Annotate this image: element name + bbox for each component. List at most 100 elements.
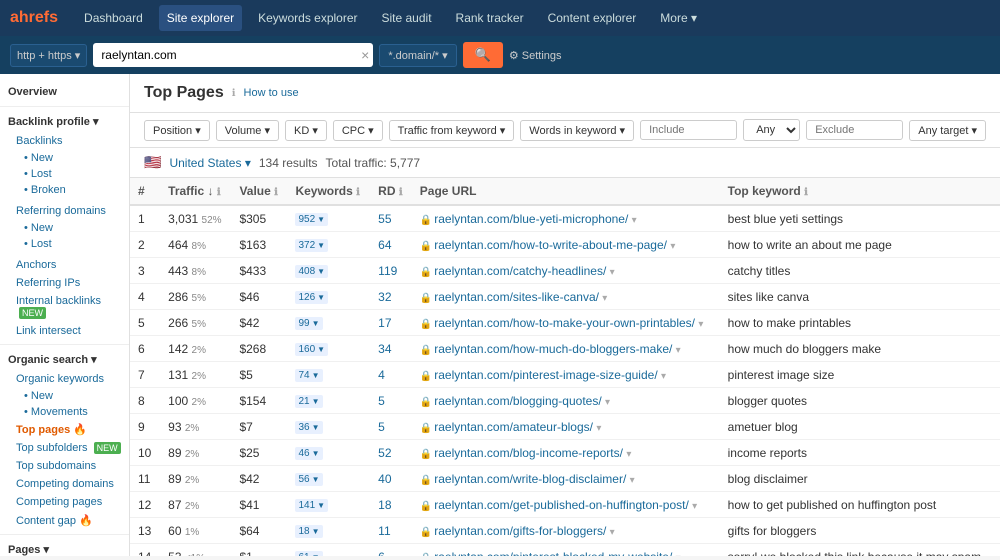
domain-select[interactable]: *.domain/* ▾ <box>379 44 456 67</box>
backlink-profile-heading[interactable]: Backlink profile ▾ <box>0 111 129 132</box>
cell-url[interactable]: 🔒raelyntan.com/write-blog-disclaimer/ ▾ <box>412 466 720 492</box>
cell-rd[interactable]: 64 <box>370 232 412 258</box>
sidebar-referring-ips[interactable]: Referring IPs <box>0 274 129 292</box>
settings-link[interactable]: ⚙ Settings <box>509 49 562 62</box>
cell-keywords[interactable]: 952 ▼ <box>287 205 370 232</box>
any-select[interactable]: Any <box>743 119 800 141</box>
search-input[interactable] <box>93 43 373 67</box>
cell-url[interactable]: 🔒raelyntan.com/amateur-blogs/ ▾ <box>412 414 720 440</box>
sidebar-referring-new[interactable]: • New <box>0 220 129 236</box>
sidebar-backlinks-new[interactable]: • New <box>0 150 129 166</box>
cell-rd[interactable]: 55 <box>370 205 412 232</box>
sidebar-referring-domains[interactable]: Referring domains <box>0 202 129 220</box>
nav-more[interactable]: More ▾ <box>652 11 705 25</box>
sidebar-organic-movements[interactable]: • Movements <box>0 404 129 420</box>
filter-traffic-from[interactable]: Traffic from keyword ▾ <box>389 120 515 141</box>
cell-rd[interactable]: 5 <box>370 414 412 440</box>
cell-rd[interactable]: 40 <box>370 466 412 492</box>
nav-site-explorer[interactable]: Site explorer <box>159 5 242 31</box>
sidebar-backlinks[interactable]: Backlinks <box>0 132 129 150</box>
sidebar-top-subfolders[interactable]: Top subfolders NEW <box>0 439 129 457</box>
col-num[interactable]: # <box>130 178 160 205</box>
country-select[interactable]: United States ▾ <box>169 156 250 170</box>
cell-url[interactable]: 🔒raelyntan.com/how-to-make-your-own-prin… <box>412 310 720 336</box>
nav-content-explorer[interactable]: Content explorer <box>540 11 645 25</box>
organic-search-heading[interactable]: Organic search ▾ <box>0 349 129 370</box>
filter-position[interactable]: Position ▾ <box>144 120 210 141</box>
cell-url[interactable]: 🔒raelyntan.com/gifts-for-bloggers/ ▾ <box>412 518 720 544</box>
how-to-use-link[interactable]: How to use <box>244 87 299 99</box>
cell-keywords[interactable]: 99 ▼ <box>287 310 370 336</box>
exclude-input[interactable] <box>806 120 903 140</box>
cell-url[interactable]: 🔒raelyntan.com/blue-yeti-microphone/ ▾ <box>412 205 720 232</box>
filter-kd[interactable]: KD ▾ <box>285 120 327 141</box>
cell-keywords[interactable]: 126 ▼ <box>287 284 370 310</box>
protocol-select[interactable]: http + https ▾ <box>10 44 87 67</box>
cell-rd[interactable]: 34 <box>370 336 412 362</box>
cell-url[interactable]: 🔒raelyntan.com/get-published-on-huffingt… <box>412 492 720 518</box>
cell-url[interactable]: 🔒raelyntan.com/blog-income-reports/ ▾ <box>412 440 720 466</box>
cell-rd[interactable]: 11 <box>370 518 412 544</box>
sidebar-internal-backlinks[interactable]: Internal backlinks NEW <box>0 292 129 322</box>
pages-heading[interactable]: Pages ▾ <box>0 539 129 556</box>
cell-keywords[interactable]: 56 ▼ <box>287 466 370 492</box>
sidebar-top-pages[interactable]: Top pages 🔥 <box>0 420 129 439</box>
main-header: Top Pages ℹ How to use <box>130 74 1000 113</box>
sidebar-competing-domains[interactable]: Competing domains <box>0 475 129 493</box>
nav-keywords-explorer[interactable]: Keywords explorer <box>250 11 365 25</box>
sidebar-referring-lost[interactable]: • Lost <box>0 236 129 252</box>
filter-volume[interactable]: Volume ▾ <box>216 120 279 141</box>
cell-rd[interactable]: 6 <box>370 544 412 557</box>
sidebar-link-intersect[interactable]: Link intersect <box>0 322 129 340</box>
sidebar-organic-keywords[interactable]: Organic keywords <box>0 370 129 388</box>
overview-heading[interactable]: Overview <box>0 82 129 102</box>
cell-keywords[interactable]: 372 ▼ <box>287 232 370 258</box>
sidebar-organic-new[interactable]: • New <box>0 388 129 404</box>
sidebar-anchors[interactable]: Anchors <box>0 256 129 274</box>
col-value[interactable]: Value ℹ <box>231 178 287 205</box>
cell-traffic: 89 2% <box>160 466 231 492</box>
sidebar-competing-pages[interactable]: Competing pages <box>0 493 129 511</box>
cell-keywords[interactable]: 18 ▼ <box>287 518 370 544</box>
col-keywords[interactable]: Keywords ℹ <box>287 178 370 205</box>
cell-url[interactable]: 🔒raelyntan.com/how-to-write-about-me-pag… <box>412 232 720 258</box>
cell-keywords[interactable]: 141 ▼ <box>287 492 370 518</box>
cell-rd[interactable]: 52 <box>370 440 412 466</box>
cell-url[interactable]: 🔒raelyntan.com/how-much-do-bloggers-make… <box>412 336 720 362</box>
sidebar-backlinks-broken[interactable]: • Broken <box>0 182 129 198</box>
cell-url[interactable]: 🔒raelyntan.com/blogging-quotes/ ▾ <box>412 388 720 414</box>
filter-cpc[interactable]: CPC ▾ <box>333 120 383 141</box>
cell-keywords[interactable]: 46 ▼ <box>287 440 370 466</box>
nav-dashboard[interactable]: Dashboard <box>76 11 151 25</box>
nav-site-audit[interactable]: Site audit <box>374 11 440 25</box>
cell-url[interactable]: 🔒raelyntan.com/pinterest-blocked-my-webs… <box>412 544 720 557</box>
nav-rank-tracker[interactable]: Rank tracker <box>448 11 532 25</box>
cell-url[interactable]: 🔒raelyntan.com/catchy-headlines/ ▾ <box>412 258 720 284</box>
cell-keywords[interactable]: 160 ▼ <box>287 336 370 362</box>
col-top-kw[interactable]: Top keyword ℹ <box>720 178 1000 205</box>
cell-rd[interactable]: 17 <box>370 310 412 336</box>
include-input[interactable] <box>640 120 737 140</box>
cell-keywords[interactable]: 74 ▼ <box>287 362 370 388</box>
cell-keywords[interactable]: 36 ▼ <box>287 414 370 440</box>
cell-keywords[interactable]: 61 ▼ <box>287 544 370 557</box>
cell-url[interactable]: 🔒raelyntan.com/sites-like-canva/ ▾ <box>412 284 720 310</box>
sidebar-top-subdomains[interactable]: Top subdomains <box>0 457 129 475</box>
cell-rd[interactable]: 32 <box>370 284 412 310</box>
filter-words-in[interactable]: Words in keyword ▾ <box>520 120 634 141</box>
sidebar-content-gap[interactable]: Content gap 🔥 <box>0 511 129 530</box>
cell-keywords[interactable]: 408 ▼ <box>287 258 370 284</box>
cell-url[interactable]: 🔒raelyntan.com/pinterest-image-size-guid… <box>412 362 720 388</box>
cell-rd[interactable]: 4 <box>370 362 412 388</box>
cell-rd[interactable]: 119 <box>370 258 412 284</box>
filter-any-target[interactable]: Any target ▾ <box>909 120 986 141</box>
sidebar-backlinks-lost[interactable]: • Lost <box>0 166 129 182</box>
cell-keywords[interactable]: 21 ▼ <box>287 388 370 414</box>
col-url[interactable]: Page URL <box>412 178 720 205</box>
cell-rd[interactable]: 5 <box>370 388 412 414</box>
clear-button[interactable]: × <box>361 47 369 63</box>
col-traffic[interactable]: Traffic ↓ ℹ <box>160 178 231 205</box>
col-rd[interactable]: RD ℹ <box>370 178 412 205</box>
search-button[interactable]: 🔍 <box>463 42 503 68</box>
cell-rd[interactable]: 18 <box>370 492 412 518</box>
